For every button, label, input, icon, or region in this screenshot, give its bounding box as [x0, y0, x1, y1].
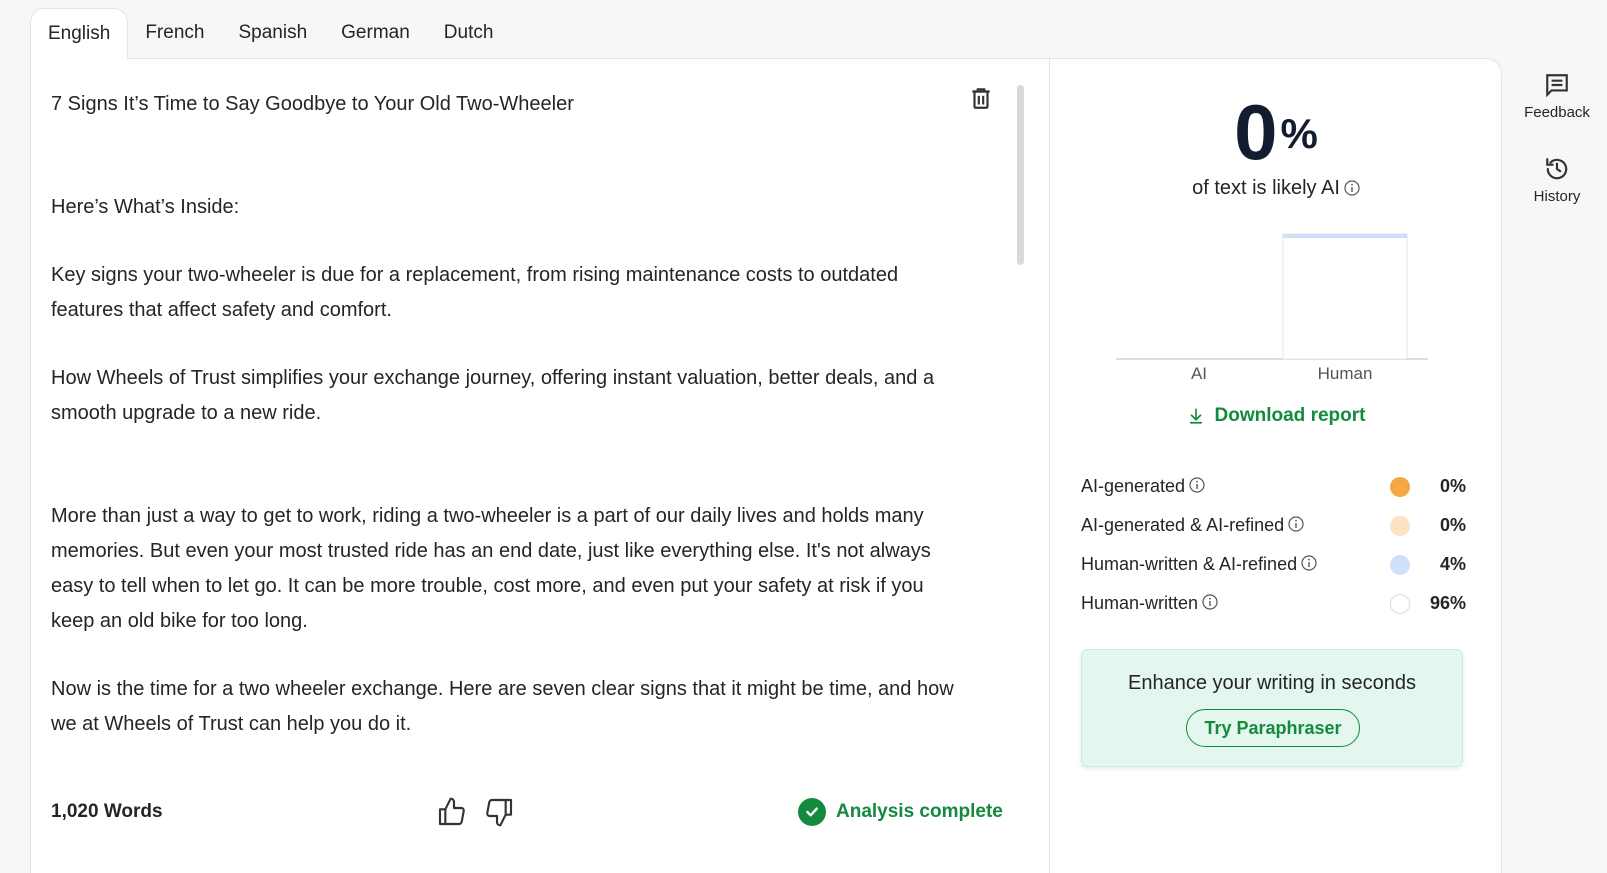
- legend-color-dot: [1390, 554, 1410, 575]
- legend-label-text: AI-generated: [1081, 476, 1186, 496]
- text-editor[interactable]: 7 Signs It’s Time to Say Goodbye to Your…: [31, 59, 1050, 873]
- analysis-status-label: Analysis complete: [836, 801, 1003, 822]
- legend-label-text: Human-written: [1081, 593, 1199, 613]
- paragraph: Here’s What’s Inside:: [51, 196, 240, 218]
- tab-english[interactable]: English: [30, 8, 129, 59]
- legend-label: AI-generated: [1081, 476, 1390, 497]
- legend-label-text: Human-written & AI-refined: [1081, 554, 1298, 574]
- editor-scrollbar[interactable]: [1017, 85, 1024, 265]
- paragraph-title: 7 Signs It’s Time to Say Goodbye to Your…: [51, 93, 574, 115]
- legend-row-ai-generated-ai-refined: AI-generated & AI-refined 0%: [1081, 506, 1466, 545]
- legend-row-human-written: Human-written 96%: [1081, 584, 1466, 623]
- ai-percentage-number: 0: [1234, 88, 1278, 176]
- legend-color-dot: [1390, 476, 1410, 497]
- paraphraser-promo: Enhance your writing in seconds Try Para…: [1081, 649, 1463, 767]
- language-tabs: English French Spanish German Dutch: [30, 8, 511, 59]
- breakdown-legend: AI-generated 0% AI-generated & AI-refined 0…: [1081, 467, 1466, 623]
- info-icon[interactable]: [1202, 593, 1218, 610]
- likely-ai-text: of text is likely AI: [1192, 177, 1340, 199]
- likely-ai-label: of text is likely AI: [1051, 177, 1501, 200]
- results-panel: 0% of text is likely AI AI Human Downloa…: [1051, 59, 1501, 873]
- legend-value: 0%: [1439, 476, 1466, 496]
- paragraph: Now is the time for a two wheeler exchan…: [51, 678, 954, 735]
- legend-label: Human-written & AI-refined: [1081, 554, 1390, 575]
- detector-card: 7 Signs It’s Time to Say Goodbye to Your…: [30, 58, 1502, 873]
- tab-german[interactable]: German: [324, 8, 427, 58]
- legend-value: 4%: [1439, 554, 1466, 574]
- tab-dutch[interactable]: Dutch: [427, 8, 511, 58]
- legend-row-human-written-ai-refined: Human-written & AI-refined 4%: [1081, 545, 1466, 584]
- legend-color-dot: [1390, 515, 1410, 536]
- info-icon[interactable]: [1301, 554, 1317, 571]
- chart-label-ai: AI: [1191, 364, 1207, 383]
- feedback-icon: [1546, 74, 1568, 98]
- word-count: 1,020 Words: [51, 801, 163, 822]
- paragraph: Key signs your two-wheeler is due for a …: [51, 264, 899, 321]
- download-report-button[interactable]: Download report: [1051, 405, 1501, 427]
- chart-bar-top-human: [1283, 234, 1407, 238]
- history-button[interactable]: History: [1507, 156, 1607, 205]
- chart-bar-human: [1282, 233, 1408, 360]
- paragraph: How Wheels of Trust simplifies your exch…: [51, 367, 935, 424]
- legend-color-dot: [1390, 593, 1410, 614]
- ai-percentage-sign: %: [1280, 110, 1318, 157]
- feedback-button[interactable]: Feedback: [1507, 72, 1607, 121]
- legend-label-text: AI-generated & AI-refined: [1081, 515, 1285, 535]
- paragraph: More than just a way to get to work, rid…: [51, 505, 931, 632]
- try-paraphraser-button[interactable]: Try Paraphraser: [1186, 709, 1360, 747]
- info-icon[interactable]: [1288, 515, 1304, 532]
- legend-label: AI-generated & AI-refined: [1081, 515, 1390, 536]
- ai-percentage: 0%: [1051, 87, 1501, 180]
- check-circle-icon: [798, 798, 826, 826]
- history-label: History: [1533, 188, 1581, 205]
- legend-row-ai-generated: AI-generated 0%: [1081, 467, 1466, 506]
- legend-label: Human-written: [1081, 593, 1390, 614]
- ai-human-chart: AI Human: [1116, 233, 1428, 383]
- editor-content[interactable]: 7 Signs It’s Time to Say Goodbye to Your…: [51, 87, 966, 742]
- analysis-status: Analysis complete: [798, 798, 1003, 826]
- thumbs-up-icon[interactable]: [436, 796, 468, 828]
- history-icon: [1546, 158, 1568, 180]
- info-icon[interactable]: [1189, 476, 1205, 493]
- download-report-label: Download report: [1214, 405, 1366, 426]
- legend-value: 0%: [1439, 515, 1466, 535]
- legend-value: 96%: [1430, 593, 1467, 613]
- promo-title: Enhance your writing in seconds: [1128, 672, 1416, 694]
- chart-label-human: Human: [1318, 364, 1373, 383]
- info-icon[interactable]: [1344, 179, 1360, 196]
- tab-spanish[interactable]: Spanish: [221, 8, 324, 58]
- download-icon: [1189, 408, 1202, 424]
- trash-icon[interactable]: [968, 85, 994, 111]
- thumbs-down-icon[interactable]: [483, 796, 515, 828]
- editor-footer: 1,020 Words Analysis complete: [31, 789, 1050, 839]
- feedback-label: Feedback: [1524, 104, 1590, 121]
- tab-french[interactable]: French: [128, 8, 221, 58]
